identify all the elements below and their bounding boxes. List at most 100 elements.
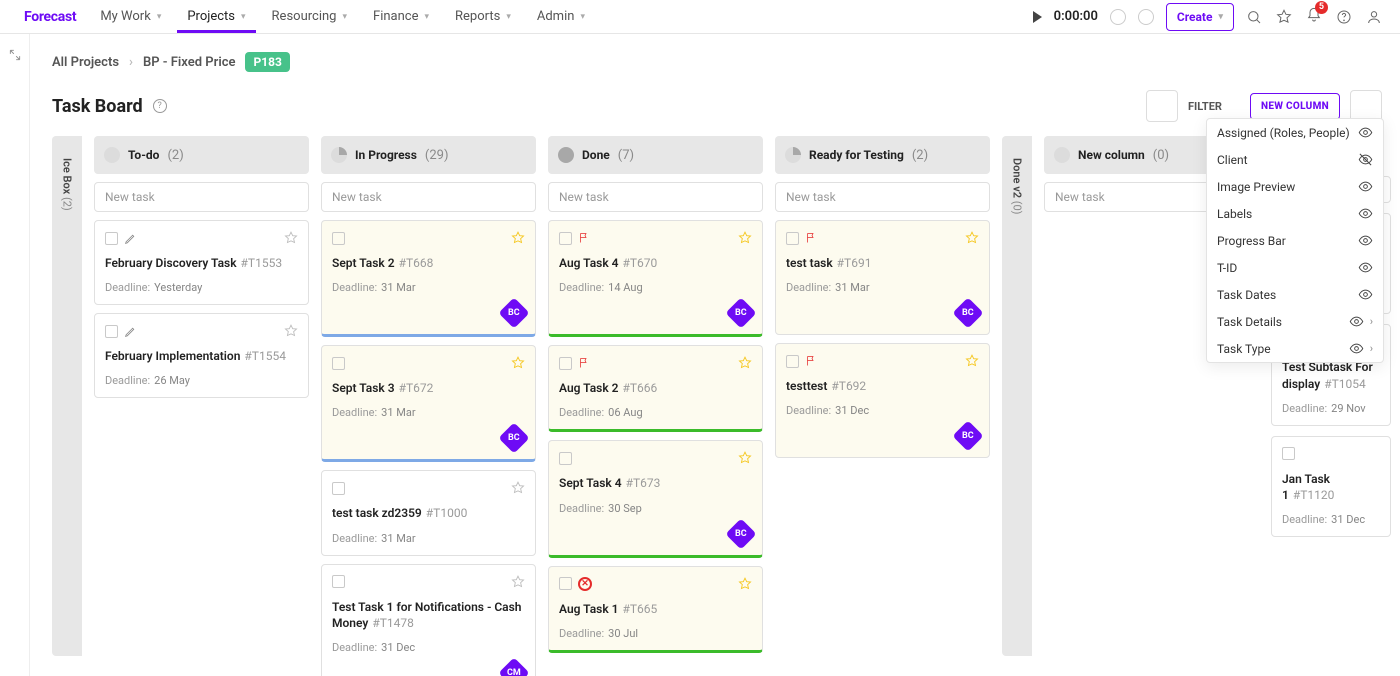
checkbox[interactable]	[559, 357, 572, 370]
nav-admin[interactable]: Admin▾	[533, 9, 589, 24]
visibility-menu-item[interactable]: T-ID	[1207, 254, 1383, 281]
assignee-avatar[interactable]: BC	[952, 298, 983, 329]
task-card[interactable]: Jan Task 1#T1120 Deadline:31 Dec	[1271, 436, 1391, 537]
checkbox[interactable]	[559, 452, 572, 465]
task-card[interactable]: Aug Task 2#T666 Deadline:06 Aug	[548, 345, 763, 432]
create-button[interactable]: Create▾	[1166, 3, 1234, 31]
new-task-input[interactable]: New task	[94, 182, 309, 212]
board-search-button[interactable]	[1146, 90, 1178, 122]
task-card[interactable]: test task zd2359#T1000 Deadline:31 Mar	[321, 470, 536, 555]
checkbox[interactable]	[332, 232, 345, 245]
assignee-avatar[interactable]: BC	[498, 423, 529, 454]
create-label: Create	[1177, 10, 1213, 24]
flag-icon	[805, 231, 817, 245]
assignee-avatar[interactable]: BC	[498, 298, 529, 329]
task-card[interactable]: February Discovery Task#T1553 Deadline:Y…	[94, 220, 309, 305]
column-name: To-do	[128, 148, 159, 162]
checkbox[interactable]	[105, 325, 118, 338]
assignee-avatar[interactable]: CM	[498, 657, 529, 676]
expand-rail[interactable]	[0, 34, 30, 676]
nav-reports[interactable]: Reports▾	[451, 9, 515, 24]
task-card[interactable]: Aug Task 4#T670 Deadline:14 Aug BC	[548, 220, 763, 337]
column-header[interactable]: Done (7)	[548, 136, 763, 174]
column-header[interactable]: To-do (2)	[94, 136, 309, 174]
star-icon[interactable]	[1276, 9, 1292, 25]
checkbox[interactable]	[105, 232, 118, 245]
checkbox[interactable]	[332, 575, 345, 588]
star-filled-icon[interactable]	[965, 354, 979, 368]
star-filled-icon[interactable]	[738, 577, 752, 591]
column-in-progress: In Progress (29) New task Sept Task 2#T6…	[321, 136, 536, 676]
column-header[interactable]: In Progress (29)	[321, 136, 536, 174]
checkbox[interactable]	[1282, 447, 1295, 460]
check-circle-icon[interactable]	[1110, 9, 1126, 25]
checkbox[interactable]	[332, 482, 345, 495]
checkbox[interactable]	[786, 355, 799, 368]
page-help-icon[interactable]: ?	[153, 99, 167, 113]
visibility-menu-item[interactable]: Labels	[1207, 200, 1383, 227]
user-icon[interactable]	[1366, 9, 1382, 25]
new-column-button[interactable]: NEW COLUMN	[1250, 93, 1340, 120]
visibility-menu-item[interactable]: Assigned (Roles, People)	[1207, 119, 1383, 146]
visibility-menu-item[interactable]: Task Type›	[1207, 335, 1383, 362]
nav-projects[interactable]: Projects▾	[183, 9, 249, 24]
task-card[interactable]: Sept Task 2#T668 Deadline:31 Mar BC	[321, 220, 536, 337]
star-filled-icon[interactable]	[511, 356, 525, 370]
new-task-input[interactable]: New task	[321, 182, 536, 212]
breadcrumb-root[interactable]: All Projects	[52, 55, 119, 70]
eye-icon	[1358, 260, 1373, 275]
search-icon[interactable]	[1246, 9, 1262, 25]
star-icon[interactable]	[511, 575, 525, 589]
visibility-menu-item[interactable]: Client	[1207, 146, 1383, 173]
assignee-avatar[interactable]: BC	[725, 298, 756, 329]
column-header[interactable]: Ready for Testing (2)	[775, 136, 990, 174]
visibility-menu-item[interactable]: Task Details›	[1207, 308, 1383, 335]
task-card[interactable]: Sept Task 3#T672 Deadline:31 Mar BC	[321, 345, 536, 462]
star-filled-icon[interactable]	[965, 231, 979, 245]
star-filled-icon[interactable]	[738, 231, 752, 245]
task-card[interactable]: test task#T691 Deadline:31 Mar BC	[775, 220, 990, 335]
play-icon[interactable]	[1033, 11, 1042, 23]
star-filled-icon[interactable]	[511, 231, 525, 245]
progress-pie-icon	[331, 147, 347, 163]
checkbox[interactable]	[332, 357, 345, 370]
new-task-input[interactable]: New task	[548, 182, 763, 212]
task-title: Test Subtask For display#T1054	[1282, 359, 1380, 391]
progress-pie-icon	[104, 147, 120, 163]
filter-button[interactable]: FILTER	[1188, 99, 1240, 113]
nav-resourcing[interactable]: Resourcing▾	[268, 9, 351, 24]
visibility-menu-item[interactable]: Task Dates	[1207, 281, 1383, 308]
star-filled-icon[interactable]	[738, 451, 752, 465]
assignee-avatar[interactable]: BC	[725, 518, 756, 549]
star-icon[interactable]	[284, 231, 298, 245]
new-task-input[interactable]: New task	[775, 182, 990, 212]
star-filled-icon[interactable]	[738, 356, 752, 370]
visibility-menu-item[interactable]: Image Preview	[1207, 173, 1383, 200]
assignee-avatar[interactable]: BC	[952, 421, 983, 452]
collapsed-column-name: Ice Box	[61, 158, 74, 194]
task-card[interactable]: February Implementation#T1554 Deadline:2…	[94, 313, 309, 398]
page-title: Task Board	[52, 96, 143, 117]
nav-finance[interactable]: Finance▾	[369, 9, 433, 24]
task-card[interactable]: testtest#T692 Deadline:31 Dec BC	[775, 343, 990, 458]
collapsed-column-done-v2[interactable]: Done v2 (0)	[1002, 136, 1032, 656]
task-card[interactable]: ✕ Aug Task 1#T665 Deadline:30 Jul	[548, 566, 763, 653]
star-icon[interactable]	[284, 324, 298, 338]
task-card[interactable]: Sept Task 4#T673 Deadline:30 Sep BC	[548, 440, 763, 557]
checkbox[interactable]	[559, 577, 572, 590]
nav-my-work[interactable]: My Work▾	[96, 9, 165, 24]
eye-icon	[1358, 206, 1373, 221]
brand-logo[interactable]: Forecast	[24, 9, 76, 25]
task-card[interactable]: Test Task 1 for Notifications - Cash Mon…	[321, 564, 536, 676]
notifications[interactable]: 5	[1306, 7, 1322, 27]
checkbox[interactable]	[559, 232, 572, 245]
close-circle-icon[interactable]	[1138, 9, 1154, 25]
progress-pie-icon	[785, 147, 801, 163]
visibility-menu-item[interactable]: Progress Bar	[1207, 227, 1383, 254]
collapsed-column-icebox[interactable]: Ice Box (2)	[52, 136, 82, 656]
help-icon[interactable]	[1336, 9, 1352, 25]
checkbox[interactable]	[786, 232, 799, 245]
star-icon[interactable]	[511, 481, 525, 495]
utility-icons: 5	[1246, 7, 1382, 27]
breadcrumb-project[interactable]: BP - Fixed Price	[143, 55, 236, 70]
